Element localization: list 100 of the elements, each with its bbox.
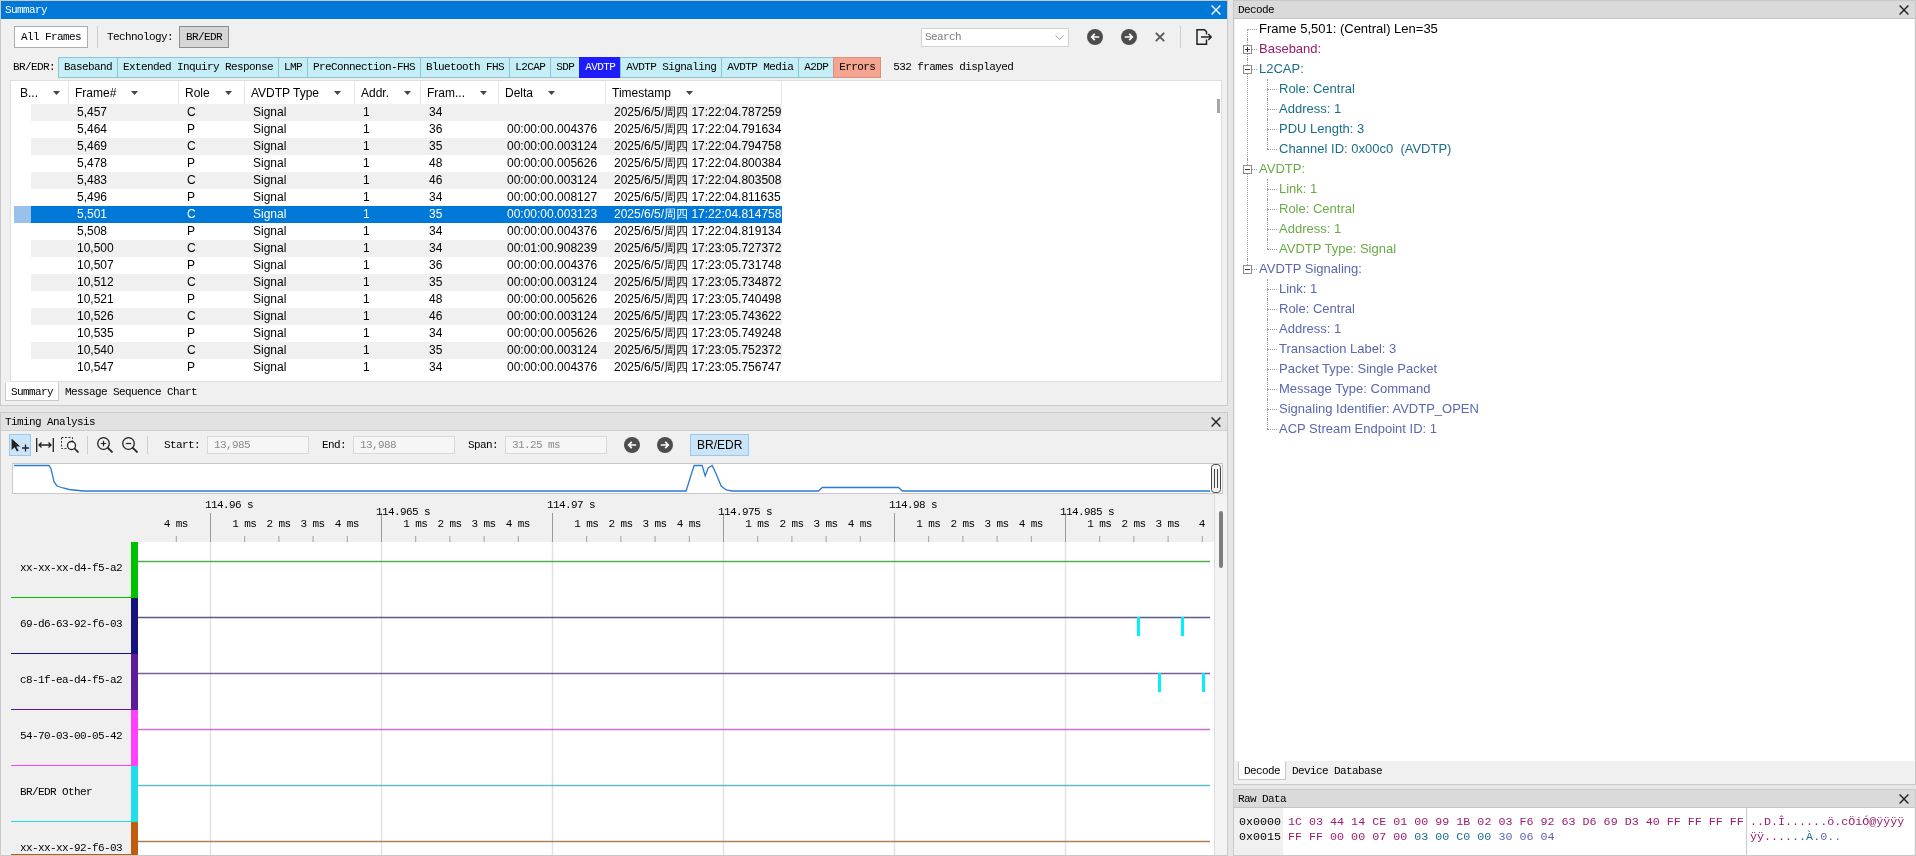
table-row[interactable]: 5,508 P Signal 1 34 00:00:00.004376 2025/6/5/周四 17:22:04.819134 [31, 223, 782, 240]
table-cell-text: 1 [362, 240, 371, 257]
table-row[interactable]: 10,512 C Signal 1 35 00:00:00.003124 2025/6/5/周四 17:23:05.734872 [31, 274, 782, 291]
table-cell-text: 2025/6/5/周四 17:22:04.803508 [613, 172, 782, 189]
search-field[interactable]: Search [921, 27, 1069, 47]
filter-tab[interactable]: AVDTP Media [721, 56, 800, 78]
tree-item[interactable]: Role: Central [1279, 81, 1355, 97]
table-cell-text: 2025/6/5/周四 17:23:05.727372 [613, 240, 782, 257]
tree-item[interactable]: Transaction Label: 3 [1279, 341, 1397, 357]
tree-item[interactable]: Baseband: [1259, 41, 1322, 57]
right-arrow-circle-icon[interactable] [657, 436, 674, 453]
table-row[interactable]: 10,521 P Signal 1 48 00:00:00.005626 2025/6/5/周四 17:23:05.740498 [31, 291, 782, 308]
filter-tab[interactable]: AVDTP [579, 56, 622, 78]
caret-down-icon[interactable] [548, 90, 555, 95]
table-cell-text: 36 [428, 121, 444, 138]
table-cell-text: 46 [428, 308, 444, 325]
minus-box-icon[interactable] [1243, 165, 1252, 174]
range-handle[interactable] [1211, 464, 1221, 493]
scrollbar-thumb[interactable] [1219, 511, 1223, 568]
filter-tab[interactable]: PreConnection-FHS [307, 56, 422, 78]
tree-item[interactable]: Address: 1 [1279, 101, 1342, 117]
close-icon[interactable] [1155, 32, 1165, 42]
event-marker[interactable] [1158, 673, 1161, 692]
scrollbar-thumb[interactable] [1217, 99, 1220, 113]
tree-item[interactable]: ACP Stream Endpoint ID: 1 [1279, 421, 1437, 437]
table-cell-text: 00:00:00.004376 [506, 257, 599, 274]
minus-box-icon[interactable] [1243, 265, 1252, 274]
left-arrow-circle-icon[interactable] [1087, 29, 1103, 45]
table-row[interactable]: 5,501 C Signal 1 35 00:00:00.003123 2025/6/5/周四 17:22:04.814758 [31, 206, 782, 223]
filter-tab[interactable]: Extended Inquiry Response [117, 56, 280, 78]
tree-item[interactable]: Packet Type: Single Packet [1279, 361, 1438, 377]
table-row[interactable]: 10,507 P Signal 1 36 00:00:00.004376 2025/6/5/周四 17:23:05.731748 [31, 257, 782, 274]
table-row[interactable]: 5,478 P Signal 1 48 00:00:00.005626 2025/6/5/周四 17:22:04.800384 [31, 155, 782, 172]
tree-item[interactable]: Role: Central [1279, 301, 1355, 317]
table-row[interactable]: 10,547 P Signal 1 34 00:00:00.004376 2025/6/5/周四 17:23:05.756747 [31, 359, 782, 376]
caret-down-icon[interactable] [334, 90, 342, 95]
table-row[interactable]: 5,469 C Signal 1 35 00:00:00.003124 2025/6/5/周四 17:22:04.794758 [31, 138, 782, 155]
event-marker[interactable] [1181, 617, 1184, 636]
tree-item[interactable]: Message Type: Command [1279, 381, 1431, 397]
table-row[interactable]: 5,457 C Signal 1 34 2025/6/5/周四 17:22:04.787259 [31, 104, 782, 121]
close-icon[interactable] [1899, 4, 1909, 15]
left-arrow-circle-icon[interactable] [624, 436, 641, 453]
tick-label: 1 ms [574, 518, 599, 530]
table-cell-text: Signal [252, 342, 288, 359]
event-marker[interactable] [1137, 617, 1140, 636]
all-frames-button[interactable]: All Frames [14, 26, 88, 48]
table-cell-text: 1 [362, 121, 371, 138]
event-marker[interactable] [1202, 673, 1205, 692]
caret-down-icon[interactable] [685, 90, 693, 95]
tree-item[interactable]: Channel ID: 0x00c0 (AVDTP) [1279, 141, 1452, 157]
tree-item[interactable]: AVDTP Signaling: [1259, 261, 1362, 277]
table-row[interactable]: 10,500 C Signal 1 34 00:01:00.908239 2025/6/5/周四 17:23:05.727372 [31, 240, 782, 257]
tree-item[interactable]: Link: 1 [1279, 281, 1318, 297]
panel-tab[interactable]: Decode [1238, 761, 1286, 780]
panel-title: Decode [1238, 3, 1274, 16]
caret-down-icon[interactable] [480, 90, 487, 95]
filter-tab[interactable]: AVDTP Signaling [620, 56, 723, 78]
filter-tab[interactable]: A2DP [798, 56, 835, 78]
minus-box-icon[interactable] [1243, 65, 1252, 74]
filter-tab[interactable]: Bluetooth FHS [420, 56, 511, 78]
table-cell-text: 10,540 [76, 342, 115, 359]
table-row[interactable]: 5,464 P Signal 1 36 00:00:00.004376 2025/6/5/周四 17:22:04.791634 [31, 121, 782, 138]
close-icon[interactable] [1211, 416, 1221, 427]
tree-item[interactable]: Signaling Identifier: AVDTP_OPEN [1279, 401, 1479, 417]
table-cell-text: P [186, 257, 196, 274]
time-label: 114.96 s [205, 499, 253, 511]
tree-item[interactable]: L2CAP: [1259, 61, 1304, 77]
table-cell-text: C [186, 274, 197, 291]
panel-tab[interactable]: Summary [5, 382, 59, 401]
technology-toggle[interactable]: BR/EDR [690, 433, 750, 456]
tree-item[interactable]: Frame 5,501: (Central) Len=35 [1259, 21, 1438, 37]
tick-label: 4 ms [163, 518, 188, 530]
tree-item[interactable]: Address: 1 [1279, 321, 1342, 337]
caret-down-icon[interactable] [404, 90, 412, 95]
caret-down-icon[interactable] [131, 90, 139, 95]
panel-tab[interactable]: Message Sequence Chart [59, 382, 204, 401]
filter-tab[interactable]: SDP [550, 56, 581, 78]
technology-button[interactable]: BR/EDR [179, 26, 230, 48]
plus-box-icon[interactable] [1243, 45, 1252, 54]
table-cell-text: P [186, 189, 196, 206]
tick-label: 2 ms [1121, 518, 1146, 530]
table-cell-text: 00:00:00.003124 [506, 274, 599, 291]
table-row[interactable]: 10,540 C Signal 1 35 00:00:00.003124 2025/6/5/周四 17:23:05.752372 [31, 342, 782, 359]
table-row[interactable]: 10,526 C Signal 1 46 00:00:00.003124 2025/6/5/周四 17:23:05.743622 [31, 308, 782, 325]
right-arrow-circle-icon[interactable] [1121, 29, 1137, 45]
table-row[interactable]: 5,496 P Signal 1 34 00:00:00.008127 2025/6/5/周四 17:22:04.811635 [31, 189, 782, 206]
filter-tab[interactable]: L2CAP [509, 56, 552, 78]
filter-tab[interactable]: LMP [278, 56, 309, 78]
filter-tab[interactable]: Baseband [58, 56, 119, 78]
close-icon[interactable] [1899, 793, 1909, 804]
filter-tab[interactable]: Errors [833, 56, 882, 78]
document-arrow-icon[interactable] [1196, 29, 1212, 45]
panel-tab[interactable]: Device Database [1286, 761, 1389, 780]
table-row[interactable]: 5,483 C Signal 1 46 00:00:00.003124 2025/6/5/周四 17:22:04.803508 [31, 172, 782, 189]
caret-down-icon[interactable] [53, 90, 60, 95]
tree-item[interactable]: PDU Length: 3 [1279, 121, 1365, 137]
caret-down-icon[interactable] [224, 90, 232, 95]
table-row[interactable]: 10,535 P Signal 1 34 00:00:00.005626 2025/6/5/周四 17:23:05.749248 [31, 325, 782, 342]
row-selector-marker [14, 206, 31, 223]
chevron-down-icon[interactable] [1055, 34, 1064, 40]
